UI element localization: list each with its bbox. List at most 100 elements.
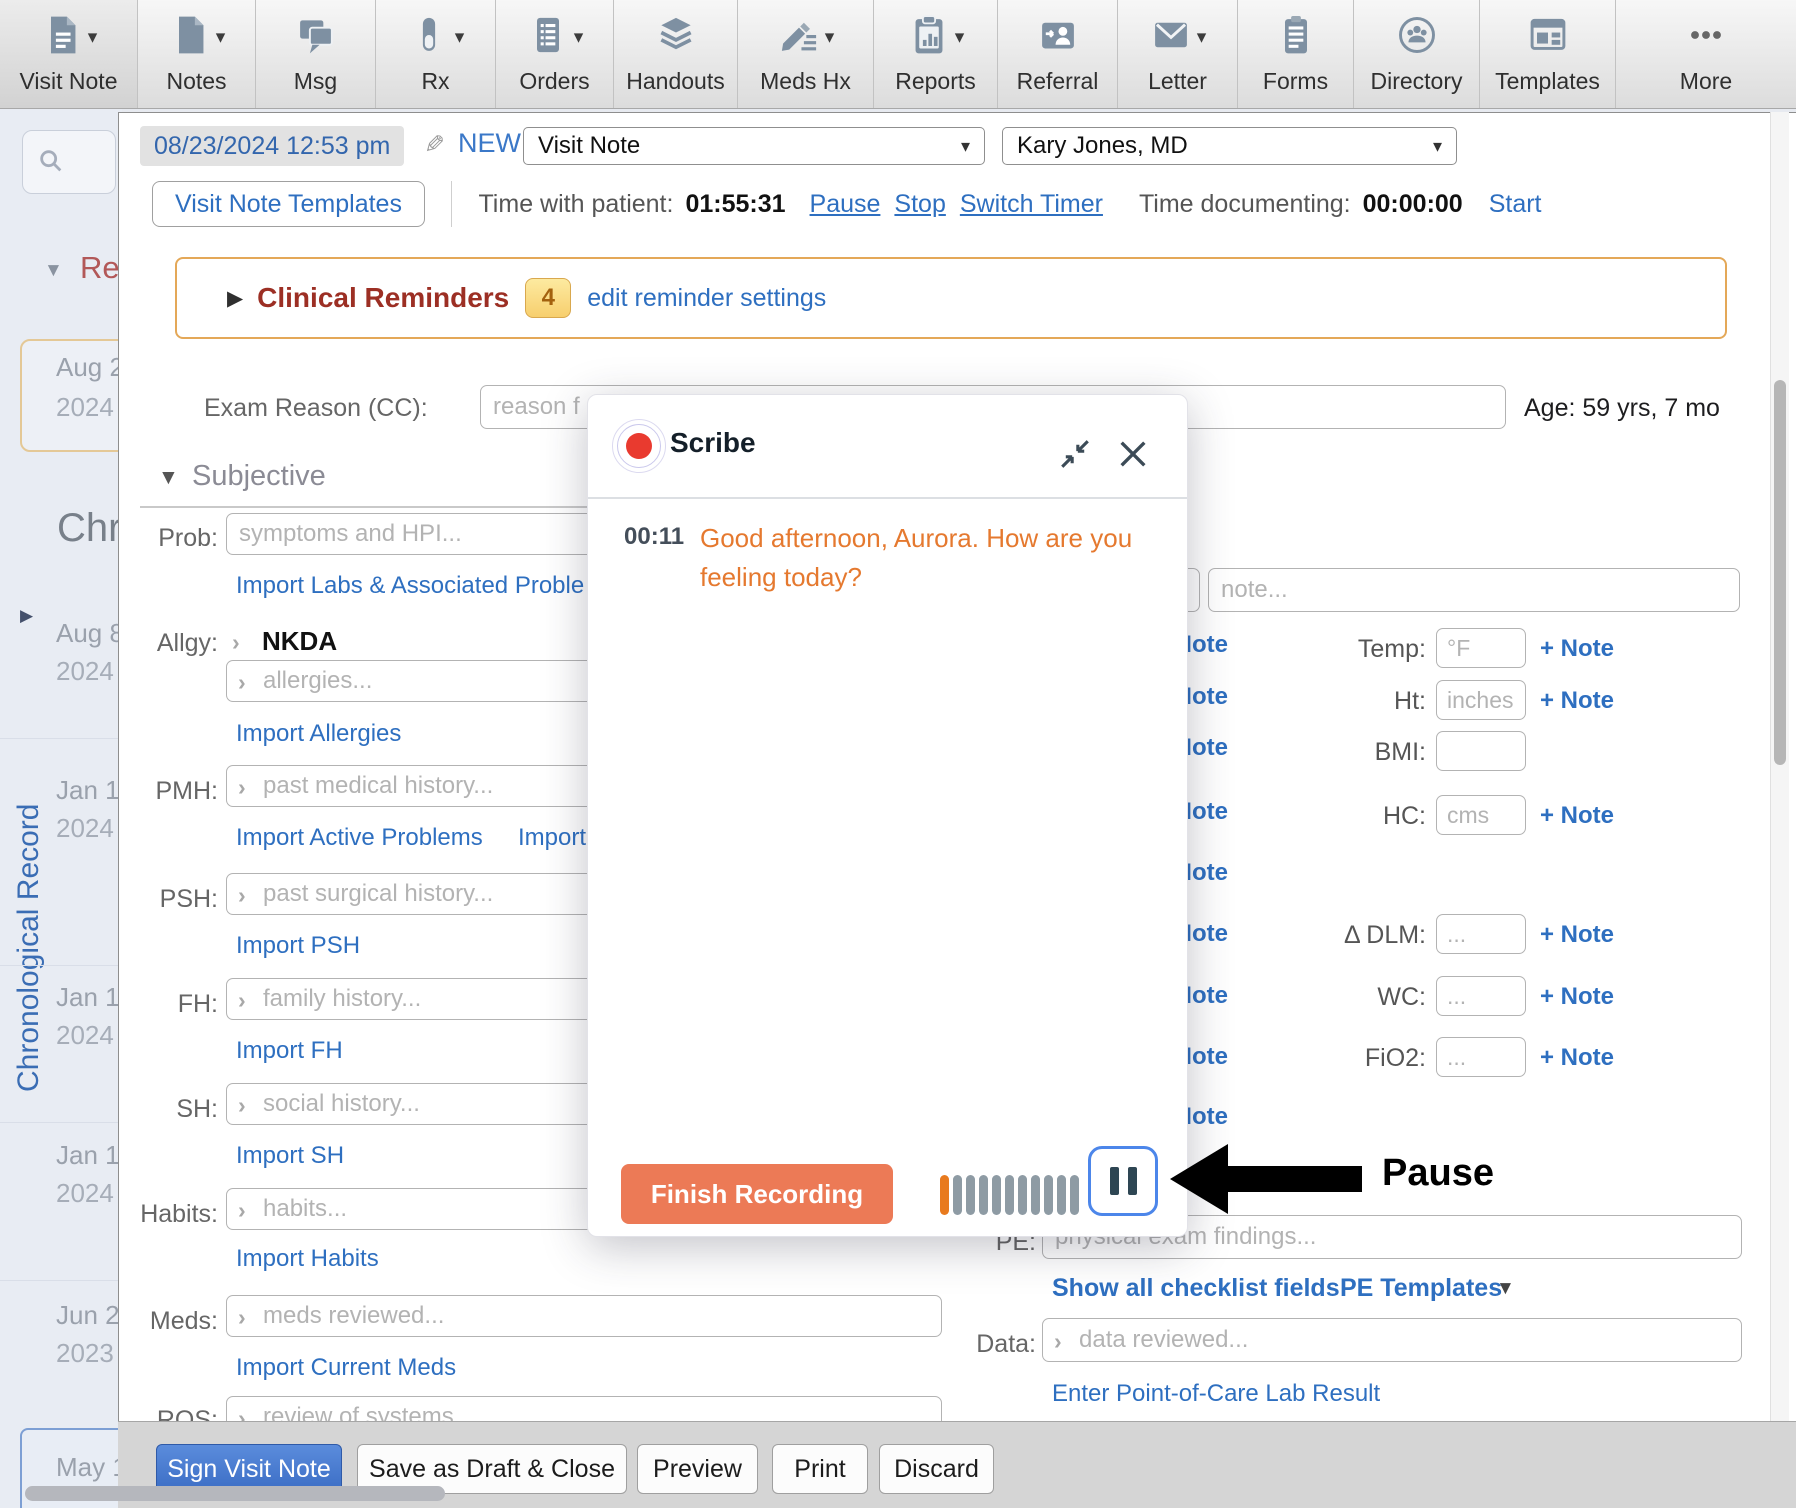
- fio2-label: FiO2:: [1232, 1044, 1426, 1073]
- timer-pause-link[interactable]: Pause: [810, 190, 881, 219]
- toolbar-item-more[interactable]: More: [1616, 0, 1796, 108]
- toolbar-item-forms[interactable]: Forms: [1238, 0, 1354, 108]
- audio-level-meter: [940, 1175, 1079, 1215]
- toolbar-item-msg[interactable]: Msg: [256, 0, 376, 108]
- divider: [588, 497, 1187, 499]
- encounter-year: 2023: [56, 1338, 114, 1369]
- select-caret-icon: ▾: [1433, 136, 1442, 157]
- encounter-date[interactable]: Aug 8: [56, 618, 124, 649]
- fio2-input[interactable]: [1436, 1037, 1526, 1077]
- meds-input[interactable]: [226, 1295, 942, 1337]
- edit-reminder-settings-link[interactable]: edit reminder settings: [587, 284, 826, 313]
- edit-pencil-icon[interactable]: ✎: [424, 130, 445, 160]
- chronological-record-label[interactable]: Chronological Record: [12, 804, 46, 1093]
- habits-label: Habits:: [120, 1200, 218, 1229]
- encounter-date[interactable]: Jun 2: [56, 1300, 120, 1331]
- sh-label: SH:: [120, 1095, 218, 1124]
- plus-note-link[interactable]: + Note: [1540, 687, 1614, 715]
- show-checklist-fields-link[interactable]: Show all checklist fields: [1052, 1274, 1340, 1303]
- data-input[interactable]: [1042, 1318, 1742, 1362]
- fh-label: FH:: [120, 990, 218, 1019]
- import-habits-link[interactable]: Import Habits: [236, 1245, 379, 1273]
- horizontal-scrollbar-thumb[interactable]: [25, 1486, 445, 1501]
- meds-history-icon: [777, 13, 821, 62]
- toolbar-item-referral[interactable]: Referral: [998, 0, 1118, 108]
- import-psh-link[interactable]: Import PSH: [236, 932, 360, 960]
- chevron-right-icon[interactable]: ›: [232, 629, 240, 656]
- encounter-year: 2024: [56, 392, 114, 423]
- toolbar-item-letter[interactable]: ▾ Letter: [1118, 0, 1238, 108]
- switch-timer-link[interactable]: Switch Timer: [960, 190, 1103, 219]
- bmi-label: BMI:: [1232, 738, 1426, 767]
- timer-start-link[interactable]: Start: [1489, 190, 1542, 219]
- import-active-problems-link[interactable]: Import Active Problems: [236, 824, 483, 852]
- timer-stop-link[interactable]: Stop: [894, 190, 945, 219]
- height-input[interactable]: [1436, 680, 1526, 720]
- vertical-scrollbar-track[interactable]: [1770, 112, 1789, 1421]
- plus-note-link[interactable]: + Note: [1540, 802, 1614, 830]
- toolbar-item-orders[interactable]: ▾ Orders: [496, 0, 614, 108]
- close-icon[interactable]: [1116, 437, 1150, 476]
- toolbar-item-rx[interactable]: ▾ Rx: [376, 0, 496, 108]
- import-pmh-link[interactable]: Import: [518, 824, 586, 852]
- scribe-dialog: Scribe 00:11 Good afternoon, Aurora. How…: [587, 394, 1188, 1237]
- wc-input[interactable]: [1436, 976, 1526, 1016]
- toolbar-item-meds-hx[interactable]: ▾ Meds Hx: [738, 0, 874, 108]
- vitals-note-input[interactable]: [1208, 568, 1740, 612]
- toolbar-item-directory[interactable]: Directory: [1354, 0, 1480, 108]
- chevron-right-icon: ›: [238, 774, 246, 801]
- dropdown-caret-icon: ▾: [216, 26, 226, 49]
- dlm-label: Δ DLM:: [1232, 921, 1426, 950]
- poc-lab-result-link[interactable]: Enter Point-of-Care Lab Result: [1052, 1380, 1380, 1408]
- subjective-heading: Subjective: [192, 460, 326, 493]
- pause-recording-button[interactable]: [1088, 1146, 1158, 1216]
- data-label: Data:: [960, 1330, 1036, 1359]
- vertical-scrollbar-thumb[interactable]: [1774, 380, 1786, 765]
- minimize-icon[interactable]: [1058, 437, 1092, 476]
- import-allergies-link[interactable]: Import Allergies: [236, 720, 401, 748]
- app-window: ▾ Visit Note ▾ Notes Msg ▾ Rx ▾ Orders H…: [0, 0, 1796, 1508]
- import-sh-link[interactable]: Import SH: [236, 1142, 344, 1170]
- collapse-triangle-icon[interactable]: ▼: [44, 260, 63, 282]
- dropdown-caret-icon: ▾: [88, 26, 98, 49]
- finish-recording-button[interactable]: Finish Recording: [621, 1164, 893, 1224]
- note-datetime[interactable]: 08/23/2024 12:53 pm: [140, 126, 404, 166]
- toolbar-item-reports[interactable]: ▾ Reports: [874, 0, 998, 108]
- prob-label: Prob:: [120, 524, 218, 553]
- temp-input[interactable]: [1436, 628, 1526, 668]
- dlm-input[interactable]: [1436, 914, 1526, 954]
- wc-label: WC:: [1232, 983, 1426, 1012]
- encounter-date[interactable]: May 1: [56, 1452, 127, 1483]
- toolbar-item-visit-note[interactable]: ▾ Visit Note: [0, 0, 138, 108]
- import-fh-link[interactable]: Import FH: [236, 1037, 343, 1065]
- encounter-year: 2024: [56, 813, 114, 844]
- expand-triangle-icon[interactable]: ▶: [227, 286, 243, 311]
- search-input[interactable]: [22, 130, 116, 194]
- toolbar-item-handouts[interactable]: Handouts: [614, 0, 738, 108]
- collapse-triangle-icon[interactable]: ▼: [158, 466, 179, 490]
- plus-note-link[interactable]: + Note: [1540, 921, 1614, 949]
- discard-button[interactable]: Discard: [879, 1444, 994, 1494]
- plus-note-link[interactable]: + Note: [1540, 635, 1614, 663]
- hc-input[interactable]: [1436, 795, 1526, 835]
- expand-triangle-icon[interactable]: ▶: [20, 606, 33, 626]
- plus-note-link[interactable]: + Note: [1540, 1044, 1614, 1072]
- dropdown-caret-icon: ▾: [825, 26, 835, 49]
- toolbar-item-notes[interactable]: ▾ Notes: [138, 0, 256, 108]
- pe-templates-link[interactable]: PE Templates: [1340, 1274, 1502, 1303]
- toolbar-item-templates[interactable]: Templates: [1480, 0, 1616, 108]
- bmi-input[interactable]: [1436, 731, 1526, 771]
- print-button[interactable]: Print: [772, 1444, 868, 1494]
- note-type-select[interactable]: Visit Note▾: [523, 127, 985, 165]
- import-current-meds-link[interactable]: Import Current Meds: [236, 1354, 456, 1382]
- handouts-layers-icon: [654, 13, 698, 62]
- forms-clipboard-icon: [1274, 13, 1318, 62]
- plus-note-link[interactable]: + Note: [1540, 983, 1614, 1011]
- preview-button[interactable]: Preview: [637, 1444, 758, 1494]
- search-icon: [37, 147, 65, 180]
- provider-select[interactable]: Kary Jones, MD▾: [1002, 127, 1457, 165]
- import-labs-link[interactable]: Import Labs & Associated Proble: [236, 572, 584, 600]
- encounter-year: 2024: [56, 1178, 114, 1209]
- visit-note-templates-button[interactable]: Visit Note Templates: [152, 181, 425, 227]
- dropdown-caret-icon[interactable]: ▼: [1496, 1278, 1515, 1300]
